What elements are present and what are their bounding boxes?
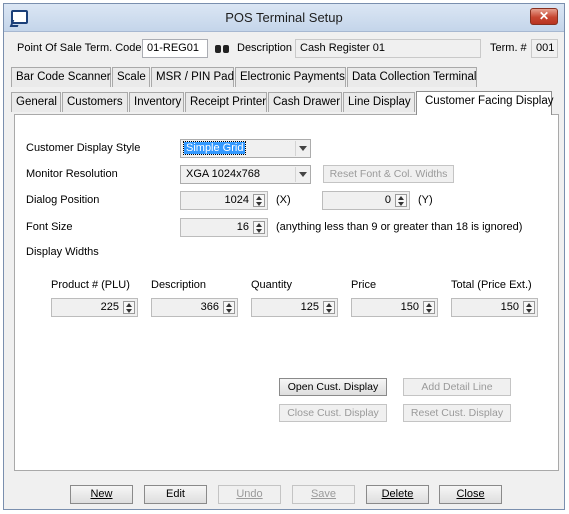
reset-font-col-widths-button[interactable]: Reset Font & Col. Widths (323, 165, 454, 183)
display-style-label: Customer Display Style (26, 142, 141, 154)
column-width-total-spinner[interactable]: 150 (451, 298, 538, 317)
column-label-quantity: Quantity (251, 279, 292, 291)
spinner-arrows-icon[interactable] (253, 221, 265, 234)
column-width-total-value: 150 (500, 301, 519, 313)
tab-cash-drawer[interactable]: Cash Drawer (268, 92, 342, 112)
spinner-arrows-icon[interactable] (423, 301, 435, 314)
spinner-arrows-icon[interactable] (223, 301, 235, 314)
tab-bar-code-scanner[interactable]: Bar Code Scanner (11, 67, 111, 87)
display-style-value: Simple Grid (182, 141, 247, 155)
spinner-arrows-icon[interactable] (323, 301, 335, 314)
column-width-product-value: 225 (100, 301, 119, 313)
spinner-arrows-icon[interactable] (395, 194, 407, 207)
spinner-arrows-icon[interactable] (123, 301, 135, 314)
column-width-quantity-spinner[interactable]: 125 (251, 298, 338, 317)
display-style-dropdown[interactable]: Simple Grid (180, 139, 311, 158)
monitor-resolution-dropdown[interactable]: XGA 1024x768 (180, 165, 311, 184)
term-code-field[interactable]: 01-REG01 (142, 39, 208, 58)
column-width-description-spinner[interactable]: 366 (151, 298, 238, 317)
tab-scale[interactable]: Scale (112, 67, 150, 87)
tab-general[interactable]: General (11, 92, 61, 112)
dialog-y-value: 0 (384, 194, 391, 206)
column-width-price-spinner[interactable]: 150 (351, 298, 438, 317)
new-button[interactable]: New (70, 485, 133, 504)
edit-button[interactable]: Edit (144, 485, 207, 504)
spinner-arrows-icon[interactable] (523, 301, 535, 314)
dialog-x-spinner[interactable]: 1024 (180, 191, 268, 210)
tab-customer-facing-display[interactable]: Customer Facing Display (416, 91, 553, 115)
tab-receipt-printer[interactable]: Receipt Printer (185, 92, 267, 112)
font-size-spinner[interactable]: 16 (180, 218, 268, 237)
term-code-label: Point Of Sale Term. Code (17, 42, 142, 54)
description-label: Description (237, 42, 293, 54)
reset-cust-display-button[interactable]: Reset Cust. Display (403, 404, 511, 422)
monitor-resolution-value: XGA 1024x768 (186, 168, 261, 180)
delete-button[interactable]: Delete (366, 485, 429, 504)
column-width-product-spinner[interactable]: 225 (51, 298, 138, 317)
pos-terminal-setup-window: POS Terminal Setup ✕ Point Of Sale Term.… (3, 3, 565, 510)
column-label-product: Product # (PLU) (51, 279, 130, 291)
title-bar: POS Terminal Setup ✕ (4, 4, 564, 32)
column-width-description-value: 366 (200, 301, 219, 313)
dialog-x-value: 1024 (224, 194, 249, 206)
term-number-label: Term. # (490, 42, 527, 54)
add-detail-line-button[interactable]: Add Detail Line (403, 378, 511, 396)
tab-data-collection-terminal[interactable]: Data Collection Terminal (347, 67, 477, 87)
save-button[interactable]: Save (292, 485, 355, 504)
window-close-button[interactable]: ✕ (530, 8, 558, 25)
spinner-arrows-icon[interactable] (253, 194, 265, 207)
font-size-note: (anything less than 9 or greater than 18… (276, 221, 523, 233)
dialog-y-unit: (Y) (418, 194, 433, 206)
term-number-field[interactable]: 001 (531, 39, 558, 58)
tab-customers[interactable]: Customers (62, 92, 128, 112)
tab-msr-pin-pad[interactable]: MSR / PIN Pad (151, 67, 234, 87)
tab-electronic-payments[interactable]: Electronic Payments (235, 67, 346, 87)
tab-inventory[interactable]: Inventory (129, 92, 184, 112)
customer-facing-display-panel: Customer Display Style Simple Grid Monit… (14, 114, 559, 471)
column-width-quantity-value: 125 (300, 301, 319, 313)
dialog-position-label: Dialog Position (26, 194, 100, 206)
column-label-total: Total (Price Ext.) (451, 279, 532, 291)
binoculars-icon[interactable] (214, 42, 230, 54)
window-title: POS Terminal Setup (225, 10, 343, 25)
tab-line-display[interactable]: Line Display (343, 92, 415, 112)
monitor-resolution-label: Monitor Resolution (26, 168, 118, 180)
close-button[interactable]: Close (439, 485, 502, 504)
dialog-x-unit: (X) (276, 194, 291, 206)
dialog-y-spinner[interactable]: 0 (322, 191, 410, 210)
description-field[interactable]: Cash Register 01 (295, 39, 481, 58)
open-cust-display-button[interactable]: Open Cust. Display (279, 378, 387, 396)
font-size-label: Font Size (26, 221, 73, 233)
font-size-value: 16 (236, 221, 249, 233)
display-widths-label: Display Widths (26, 246, 99, 258)
close-cust-display-button[interactable]: Close Cust. Display (279, 404, 387, 422)
undo-button[interactable]: Undo (218, 485, 281, 504)
column-width-price-value: 150 (400, 301, 419, 313)
column-label-price: Price (351, 279, 377, 291)
column-label-description: Description (151, 279, 207, 291)
chevron-down-icon[interactable] (295, 167, 309, 182)
chevron-down-icon[interactable] (295, 141, 309, 156)
